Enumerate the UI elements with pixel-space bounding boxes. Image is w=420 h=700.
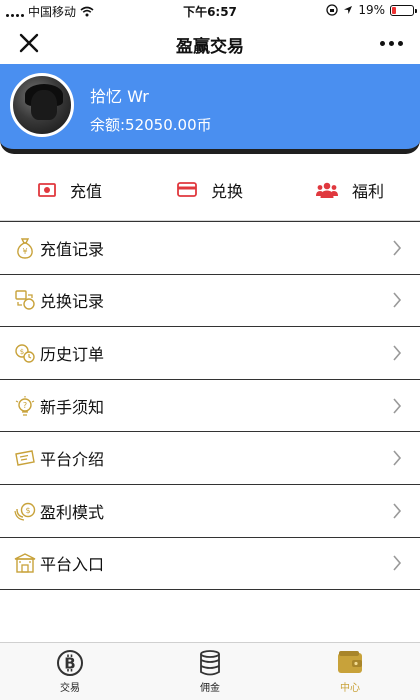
coins-icon: $ [14, 502, 36, 521]
balance-label: 余额:52050.00币 [90, 116, 212, 134]
status-right: 19% [326, 3, 417, 17]
menu-item-profit-model[interactable]: $ 盈利模式 [0, 485, 420, 538]
menu-item-platform-intro[interactable]: 平台介绍 [0, 432, 420, 485]
chevron-right-icon [393, 450, 402, 466]
welfare-label: 福利 [351, 181, 384, 201]
ticket-icon [15, 450, 35, 466]
status-bar: 中国移动 下午6:57 19% [0, 0, 420, 22]
chevron-right-icon [393, 345, 402, 361]
recharge-label: 充值 [69, 181, 102, 201]
battery-percent: 19% [358, 3, 385, 17]
tab-label: 中心 [340, 683, 360, 694]
battery-icon [390, 4, 417, 16]
chevron-right-icon [393, 292, 402, 308]
username: 拾忆 Wr [90, 87, 149, 106]
menu-item-label: 历史订单 [40, 344, 105, 364]
orientation-lock-icon [326, 4, 338, 16]
menu-item-label: 盈利模式 [40, 502, 105, 522]
tab-trade[interactable]: B 交易 [0, 643, 140, 700]
cash-icon [38, 182, 56, 197]
menu-item-recharge-records[interactable]: ¥ 充值记录 [0, 222, 420, 275]
menu-item-label: 兑换记录 [40, 292, 105, 312]
menu-item-label: 充值记录 [40, 239, 105, 259]
chevron-right-icon [393, 240, 402, 256]
exchange-button[interactable]: 兑换 [140, 159, 280, 220]
building-icon [14, 553, 36, 574]
menu-item-label: 平台入口 [40, 555, 105, 575]
profile-banner: 拾忆 Wr 余额:52050.00币 [0, 64, 420, 154]
tab-label: 佣金 [200, 683, 220, 694]
menu-item-exchange-records[interactable]: 兑换记录 [0, 275, 420, 328]
chevron-right-icon [393, 555, 402, 571]
chevron-right-icon [393, 503, 402, 519]
wallet-icon [338, 651, 362, 673]
svg-text:¥: ¥ [22, 247, 27, 256]
page-title: 盈赢交易 [176, 37, 244, 57]
avatar[interactable] [10, 73, 74, 137]
menu-list: ¥ 充值记录 兑换记录 $ 历史订单 ? 新手须知 平台介绍 $ 盈利模式 平台… [0, 221, 420, 591]
recharge-button[interactable]: 充值 [0, 159, 140, 220]
money-bag-icon: ¥ [17, 238, 33, 259]
svg-text:$: $ [20, 348, 24, 356]
svg-text:?: ? [23, 401, 27, 410]
more-icon[interactable] [376, 30, 406, 56]
card-icon [177, 182, 197, 197]
svg-text:$: $ [25, 506, 30, 515]
tab-center[interactable]: 中心 [280, 643, 420, 700]
menu-item-platform-entry[interactable]: 平台入口 [0, 538, 420, 591]
people-icon [315, 182, 338, 198]
tab-label: 交易 [60, 683, 80, 694]
menu-item-label: 新手须知 [40, 397, 105, 417]
chevron-right-icon [393, 398, 402, 414]
coin-stack-icon [200, 650, 220, 676]
menu-item-order-history[interactable]: $ 历史订单 [0, 327, 420, 380]
exchange-icon [15, 290, 35, 311]
menu-item-beginner-guide[interactable]: ? 新手须知 [0, 380, 420, 433]
tab-commission[interactable]: 佣金 [140, 643, 280, 700]
location-icon [344, 6, 353, 14]
title-bar: 盈赢交易 [0, 22, 420, 64]
question-bulb-icon: ? [15, 395, 35, 416]
tab-bar: B 交易 佣金 中心 [0, 642, 420, 700]
exchange-label: 兑换 [210, 181, 243, 201]
coin-clock-icon: $ [15, 344, 35, 363]
bitcoin-icon: B [57, 650, 83, 676]
svg-text:B: B [64, 655, 75, 673]
menu-item-label: 平台介绍 [40, 450, 105, 470]
welfare-button[interactable]: 福利 [280, 159, 420, 220]
quick-actions: 充值 兑换 福利 [0, 159, 420, 221]
